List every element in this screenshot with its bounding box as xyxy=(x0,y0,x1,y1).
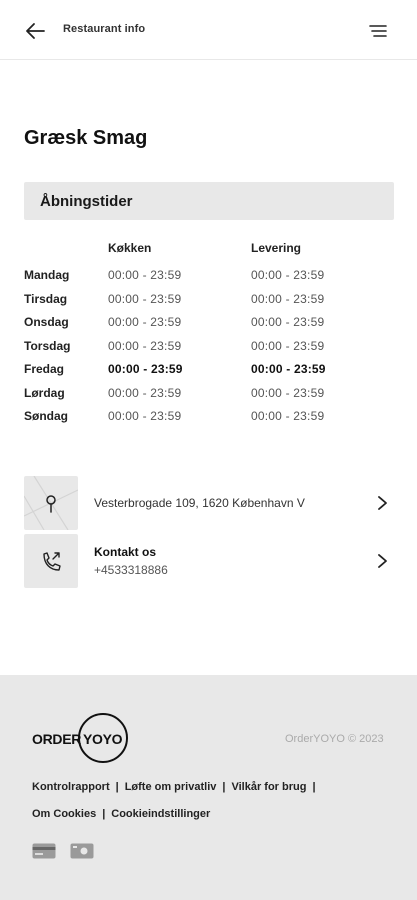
link-separator: | xyxy=(222,781,226,793)
copyright-text: OrderYOYO © 2023 xyxy=(285,733,384,745)
kitchen-hours: 00:00 - 23:59 xyxy=(108,385,182,400)
kitchen-hours: 00:00 - 23:59 xyxy=(108,315,182,329)
orderyoyo-logo: ORDER YOYO xyxy=(30,713,130,763)
footer: ORDER YOYO OrderYOYO © 2023 Kontrolrappo… xyxy=(0,675,417,900)
delivery-hours: 00:00 - 23:59 xyxy=(251,268,325,282)
link-terms[interactable]: Vilkår for brug xyxy=(231,781,306,793)
day-label: Torsdag xyxy=(24,338,71,353)
link-privacy-promise[interactable]: Løfte om privatliv xyxy=(125,781,217,793)
address-text: Vesterbrogade 109, 1620 København V xyxy=(94,496,305,510)
day-label: Tirsdag xyxy=(24,291,68,306)
delivery-hours: 00:00 - 23:59 xyxy=(251,409,325,423)
delivery-hours: 00:00 - 23:59 xyxy=(251,385,325,400)
credit-card-icon xyxy=(32,843,56,859)
kitchen-hours: 00:00 - 23:59 xyxy=(108,268,182,282)
link-separator: | xyxy=(102,808,106,820)
logo-text-order: ORDER xyxy=(32,731,82,747)
delivery-hours: 00:00 - 23:59 xyxy=(251,315,325,329)
cash-icon xyxy=(70,843,94,859)
opening-hours-title: Åbningstider xyxy=(40,193,133,210)
contact-phone: +4533318886 xyxy=(94,563,168,577)
table-row: Mandag 00:00 - 23:59 00:00 - 23:59 xyxy=(24,264,394,288)
delivery-hours: 00:00 - 23:59 xyxy=(251,362,326,376)
opening-hours-heading: Åbningstider xyxy=(24,182,394,220)
column-header-delivery: Levering xyxy=(251,241,302,255)
contact-row[interactable]: Kontakt os +4533318886 xyxy=(24,534,394,588)
map-pin-icon xyxy=(24,476,78,530)
delivery-hours: 00:00 - 23:59 xyxy=(251,291,325,306)
chevron-right-icon xyxy=(378,496,387,510)
opening-hours-table: Køkken Levering Mandag 00:00 - 23:59 00:… xyxy=(24,240,394,429)
footer-links-row-1: Kontrolrapport | Løfte om privatliv | Vilkår… xyxy=(32,781,392,793)
contact-label: Kontakt os xyxy=(94,545,157,559)
link-cookie-settings[interactable]: Cookieindstillinger xyxy=(111,808,210,820)
table-row-today: Fredag 00:00 - 23:59 00:00 - 23:59 xyxy=(24,358,394,382)
table-row: Onsdag 00:00 - 23:59 00:00 - 23:59 xyxy=(24,311,394,335)
phone-icon xyxy=(43,552,61,571)
address-row[interactable]: Vesterbrogade 109, 1620 København V xyxy=(24,476,394,530)
kitchen-hours: 00:00 - 23:59 xyxy=(108,409,182,423)
map-thumbnail xyxy=(24,476,78,530)
chevron-right-icon xyxy=(378,554,387,568)
logo-text-yoyo: YOYO xyxy=(83,731,123,747)
link-cookies[interactable]: Om Cookies xyxy=(32,808,96,820)
contact-icon-box xyxy=(24,534,78,588)
arrow-left-icon[interactable] xyxy=(22,18,48,44)
column-header-kitchen: Køkken xyxy=(108,241,152,255)
day-label: Søndag xyxy=(24,409,68,423)
footer-links-row-2: Om Cookies | Cookieindstillinger xyxy=(32,808,392,820)
day-label: Onsdag xyxy=(24,315,69,329)
table-row: Torsdag 00:00 - 23:59 00:00 - 23:59 xyxy=(24,335,394,359)
link-separator: | xyxy=(312,781,316,793)
delivery-hours: 00:00 - 23:59 xyxy=(251,338,325,353)
top-bar: Restaurant info xyxy=(0,0,417,60)
page-title: Restaurant info xyxy=(63,23,146,35)
restaurant-name: Græsk Smag xyxy=(24,127,148,149)
table-row: Lørdag 00:00 - 23:59 00:00 - 23:59 xyxy=(24,382,394,406)
link-separator: | xyxy=(115,781,119,793)
table-row: Tirsdag 00:00 - 23:59 00:00 - 23:59 xyxy=(24,288,394,312)
day-label: Mandag xyxy=(24,268,70,282)
day-label: Lørdag xyxy=(24,385,65,400)
link-kontrolrapport[interactable]: Kontrolrapport xyxy=(32,781,110,793)
menu-icon[interactable] xyxy=(368,22,388,40)
hours-header-row: Køkken Levering xyxy=(24,240,394,264)
kitchen-hours: 00:00 - 23:59 xyxy=(108,338,182,353)
day-label: Fredag xyxy=(24,362,65,376)
kitchen-hours: 00:00 - 23:59 xyxy=(108,291,182,306)
table-row: Søndag 00:00 - 23:59 00:00 - 23:59 xyxy=(24,405,394,429)
kitchen-hours: 00:00 - 23:59 xyxy=(108,362,183,376)
